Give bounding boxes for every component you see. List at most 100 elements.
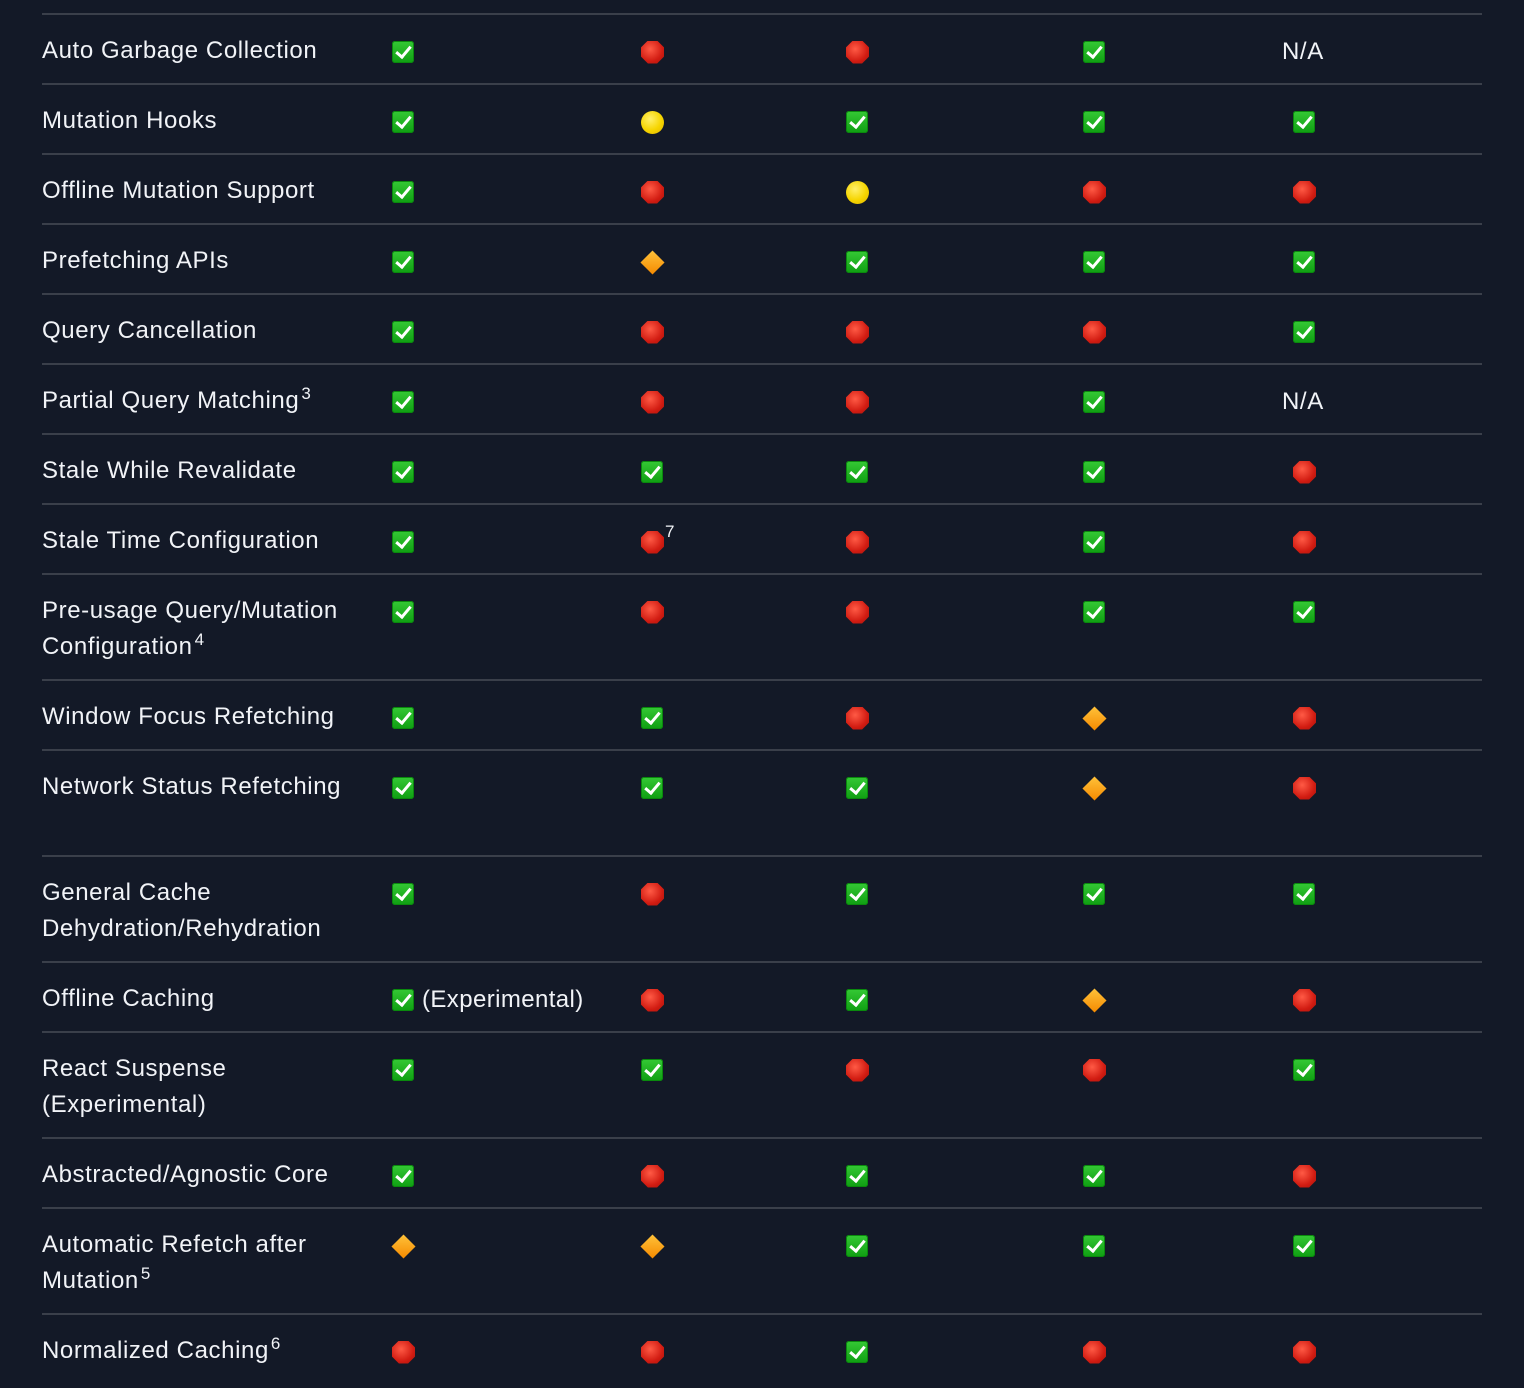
status-cell	[392, 1338, 415, 1366]
status-cell	[1293, 318, 1315, 346]
red-stop-icon	[1293, 530, 1316, 554]
status-cell	[640, 248, 665, 276]
orange-diamond-icon	[1082, 987, 1107, 1013]
status-cell	[392, 318, 414, 346]
table-row: Mutation Hooks	[42, 83, 1482, 153]
green-check-icon	[641, 1059, 663, 1081]
status-cell	[1083, 880, 1105, 908]
status-cell	[1083, 1056, 1106, 1084]
status-cell	[641, 1056, 663, 1084]
red-stop-icon	[641, 40, 664, 64]
status-cell: N/A	[1282, 38, 1335, 66]
table-row: Offline Mutation Support	[42, 153, 1482, 223]
green-check-icon	[846, 777, 868, 799]
table-row: Window Focus Refetching	[42, 679, 1482, 749]
green-check-icon	[392, 777, 414, 799]
red-stop-icon	[846, 40, 869, 64]
status-cell	[1293, 178, 1316, 206]
status-cell	[846, 880, 868, 908]
status-cell	[1293, 880, 1315, 908]
status-cell	[1083, 388, 1105, 416]
green-check-icon	[846, 1341, 868, 1363]
red-stop-icon	[1293, 776, 1316, 800]
green-check-icon	[392, 1165, 414, 1187]
status-note: (Experimental)	[422, 986, 584, 1013]
green-check-icon	[1083, 1165, 1105, 1187]
green-check-icon	[1083, 251, 1105, 273]
red-stop-icon	[1293, 706, 1316, 730]
status-cell	[1293, 248, 1315, 276]
red-stop-icon	[1293, 988, 1316, 1012]
red-stop-icon	[1293, 1164, 1316, 1188]
green-check-icon	[846, 1235, 868, 1257]
status-cell	[641, 774, 663, 802]
feature-name: Auto Garbage Collection	[42, 33, 362, 69]
green-check-icon	[1083, 111, 1105, 133]
status-cell	[846, 178, 869, 206]
status-cell	[1083, 38, 1105, 66]
feature-name: Offline Caching	[42, 981, 362, 1017]
status-cell	[1083, 248, 1105, 276]
yellow-circle-icon	[846, 180, 869, 204]
green-check-icon	[1083, 41, 1105, 63]
green-check-icon	[392, 707, 414, 729]
green-check-icon	[392, 251, 414, 273]
green-check-icon	[392, 601, 414, 623]
red-stop-icon	[641, 600, 664, 624]
feature-label: Auto Garbage Collection	[42, 37, 318, 64]
status-cell	[1293, 458, 1316, 486]
status-cell: N/A	[1282, 388, 1335, 416]
green-check-icon	[392, 989, 414, 1011]
table-row: Auto Garbage Collection N/A	[42, 13, 1482, 83]
status-cell	[641, 598, 664, 626]
red-stop-icon	[1083, 1340, 1106, 1364]
feature-name: General Cache Dehydration/Rehydration	[42, 875, 362, 947]
green-check-icon	[1293, 111, 1315, 133]
status-cell	[846, 38, 869, 66]
table-row: Normalized Caching 6	[42, 1313, 1482, 1383]
status-cell	[1083, 1162, 1105, 1190]
red-stop-icon	[846, 320, 869, 344]
yellow-circle-icon	[641, 110, 664, 134]
feature-name: Mutation Hooks	[42, 103, 362, 139]
red-stop-icon	[392, 1340, 415, 1364]
status-cell	[846, 986, 868, 1014]
table-row: Stale While Revalidate	[42, 433, 1482, 503]
feature-label: Normalized Caching	[42, 1337, 269, 1364]
table-row: Network Status Refetching	[42, 749, 1482, 855]
feature-label: Prefetching APIs	[42, 247, 230, 274]
table-row: React Suspense (Experimental)	[42, 1031, 1482, 1137]
status-cell	[392, 1056, 414, 1084]
green-check-icon	[1293, 251, 1315, 273]
table-row: General Cache Dehydration/Rehydration	[42, 855, 1482, 961]
orange-diamond-icon	[640, 249, 665, 275]
feature-name: Prefetching APIs	[42, 243, 362, 279]
footnote-marker: 6	[270, 1334, 281, 1353]
green-check-icon	[392, 111, 414, 133]
na-label: N/A	[1282, 388, 1324, 415]
green-check-icon	[392, 883, 414, 905]
status-cell	[1083, 318, 1106, 346]
red-stop-icon	[641, 320, 664, 344]
green-check-icon	[1083, 601, 1105, 623]
status-cell	[846, 108, 868, 136]
green-check-icon	[392, 1059, 414, 1081]
status-cell	[1082, 774, 1107, 802]
orange-diamond-icon	[640, 1233, 665, 1259]
footnote-marker: 5	[140, 1264, 151, 1283]
orange-diamond-icon	[391, 1233, 416, 1259]
status-cell	[392, 178, 414, 206]
red-stop-icon	[1083, 1058, 1106, 1082]
red-stop-icon	[641, 180, 664, 204]
status-cell	[392, 704, 414, 732]
green-check-icon	[392, 321, 414, 343]
status-cell	[846, 1056, 869, 1084]
table-row: Automatic Refetch after Mutation 5	[42, 1207, 1482, 1313]
status-cell	[1293, 774, 1316, 802]
green-check-icon	[392, 461, 414, 483]
red-stop-icon	[1083, 320, 1106, 344]
green-check-icon	[1293, 601, 1315, 623]
status-cell: 7	[641, 522, 674, 556]
green-check-icon	[846, 989, 868, 1011]
feature-label: Automatic Refetch after Mutation	[42, 1231, 307, 1294]
